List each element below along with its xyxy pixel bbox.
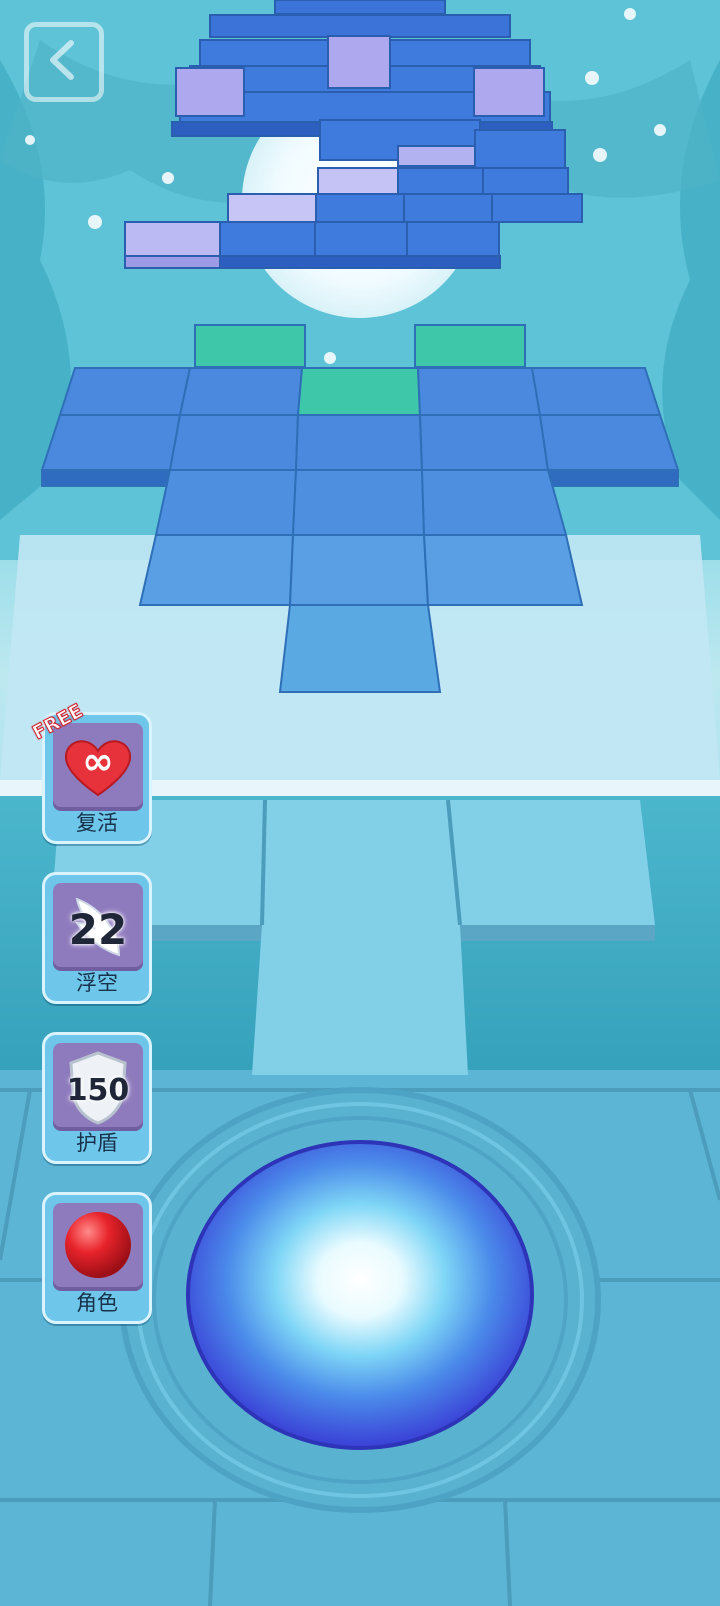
revive-label: 复活: [76, 811, 118, 835]
red-ball-icon: [62, 1209, 134, 1285]
shield-count: 150: [66, 1073, 130, 1108]
heart-icon: ∞: [63, 735, 133, 799]
float-label: 浮空: [76, 971, 118, 995]
shield-powerup-button[interactable]: 150 护盾: [42, 1032, 152, 1164]
character-label: 角色: [76, 1291, 118, 1315]
landing-pad: [119, 1087, 601, 1513]
revive-powerup-button[interactable]: FREE ∞ 复活: [28, 699, 152, 844]
character-button[interactable]: 角色: [42, 1192, 152, 1324]
back-button[interactable]: [24, 22, 104, 102]
infinity-count: ∞: [82, 739, 114, 783]
shield-label: 护盾: [76, 1131, 118, 1155]
float-powerup-button[interactable]: 22 浮空: [42, 872, 152, 1004]
float-count: 22: [68, 905, 128, 954]
chevron-left-icon: [39, 35, 89, 89]
powerup-panel: FREE ∞ 复活 22 浮空 150 护盾 角色: [28, 699, 154, 1352]
